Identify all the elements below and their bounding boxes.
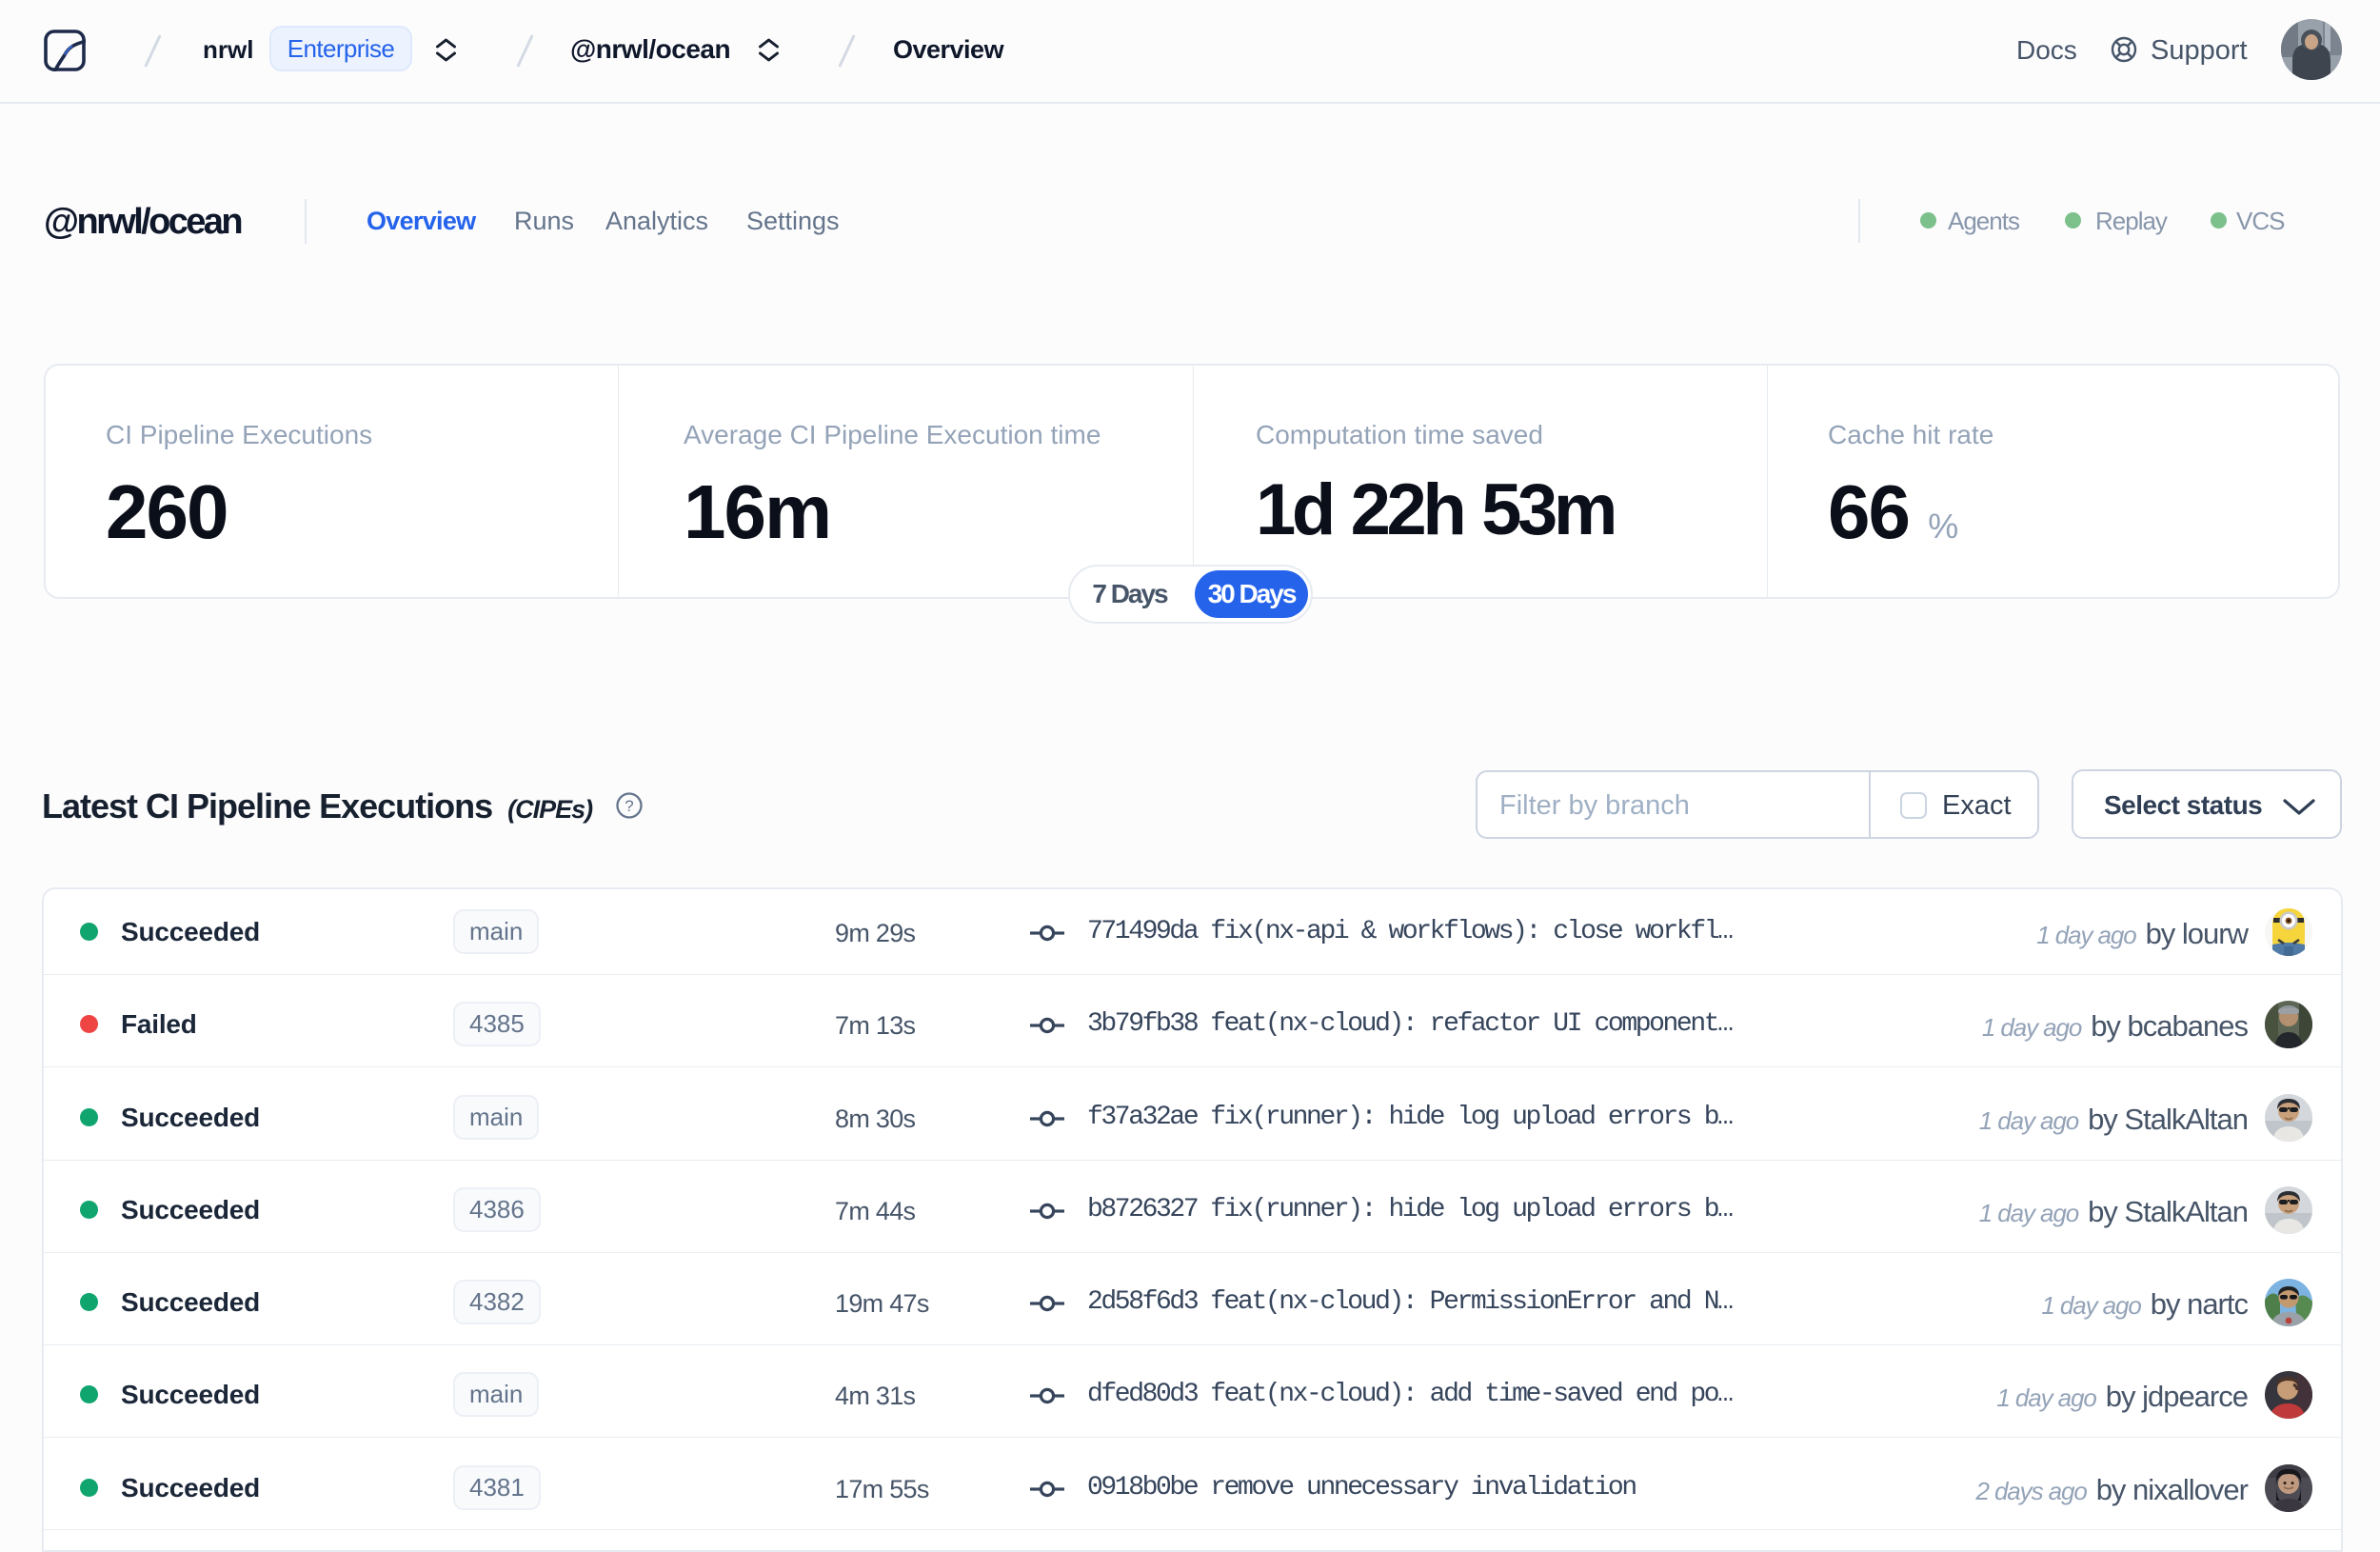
svg-text:?: ? (625, 797, 633, 815)
